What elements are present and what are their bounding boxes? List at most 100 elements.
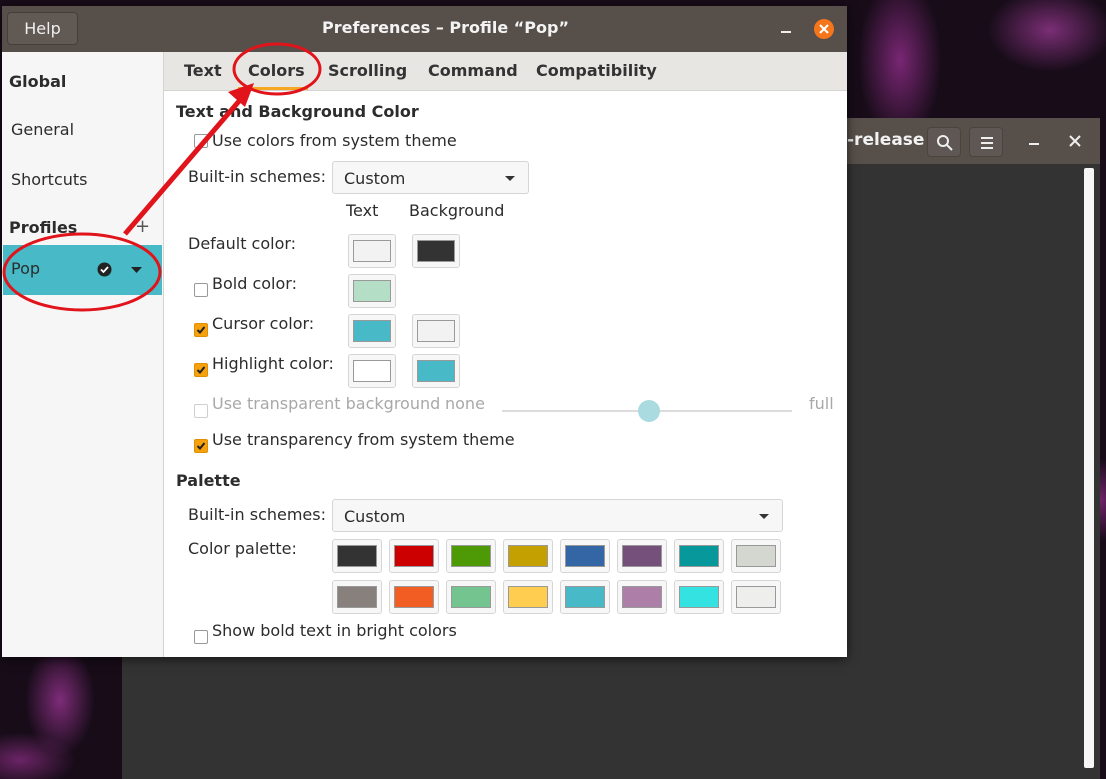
preferences-sidebar: Global General Shortcuts Profiles + Pop [2,52,164,657]
cursor-fg-color-button[interactable] [348,314,396,348]
bright-bold-checkbox[interactable] [194,630,208,644]
global-heading: Global [9,72,67,91]
use-system-colors-label: Use colors from system theme [212,131,457,150]
tab-compatibility[interactable]: Compatibility [536,61,657,80]
palette-color-button[interactable] [332,539,382,573]
palette-swatch [451,545,491,567]
text-bg-section-title: Text and Background Color [176,102,419,121]
palette-color-button[interactable] [503,580,553,614]
tab-text[interactable]: Text [184,61,222,80]
palette-color-button[interactable] [617,539,667,573]
palette-color-button[interactable] [389,580,439,614]
preferences-tabbar: Text Colors Scrolling Command Compatibil… [164,52,847,91]
highlight-color-checkbox[interactable] [194,363,208,377]
bright-bold-label: Show bold text in bright colors [212,621,457,640]
palette-color-button[interactable] [560,539,610,573]
palette-color-button[interactable] [674,580,724,614]
default-text-swatch [353,240,391,262]
use-system-colors-checkbox[interactable] [194,134,208,148]
palette-schemes-value: Custom [344,507,406,526]
highlight-fg-color-button[interactable] [348,354,396,388]
cursor-fg-swatch [353,320,391,342]
tab-scrolling[interactable]: Scrolling [328,61,407,80]
palette-color-button[interactable] [446,539,496,573]
palette-swatch [394,545,434,567]
transparent-bg-label: Use transparent background [212,394,441,413]
palette-swatch [337,586,377,608]
checkmark-icon [196,442,206,450]
palette-color-button[interactable] [503,539,553,573]
column-text-label: Text [346,201,379,220]
tab-colors[interactable]: Colors [248,61,305,80]
chevron-down-icon [505,176,515,181]
palette-swatch [565,586,605,608]
palette-swatch [337,545,377,567]
palette-swatch [394,586,434,608]
builtin-schemes-value: Custom [344,169,406,188]
transparency-slider-knob[interactable] [638,400,660,422]
profile-menu-chevron-down-icon[interactable] [131,267,142,273]
builtin-schemes-dropdown[interactable]: Custom [332,161,529,194]
palette-color-button[interactable] [332,580,382,614]
column-background-label: Background [409,201,505,220]
system-transparency-checkbox[interactable] [194,439,208,453]
active-tab-indicator [238,87,308,90]
color-palette-label: Color palette: [188,539,297,558]
highlight-bg-color-button[interactable] [412,354,460,388]
system-transparency-label: Use transparency from system theme [212,430,515,449]
palette-color-button[interactable] [389,539,439,573]
minimize-icon[interactable] [780,28,792,34]
palette-color-button[interactable] [731,539,781,573]
bold-color-checkbox[interactable] [194,283,208,297]
menu-button[interactable] [969,127,1003,157]
palette-swatch [565,545,605,567]
default-text-color-button[interactable] [348,234,396,268]
cursor-color-label: Cursor color: [212,314,315,333]
terminal-scrollbar[interactable] [1084,168,1094,768]
palette-swatch [451,586,491,608]
tab-command[interactable]: Command [428,61,518,80]
palette-color-button[interactable] [617,580,667,614]
sidebar-item-profile-pop[interactable]: Pop [3,245,162,295]
cursor-bg-color-button[interactable] [412,314,460,348]
transparency-min-label: none [445,394,485,413]
search-button[interactable] [927,127,961,157]
palette-swatch [508,586,548,608]
palette-swatch [736,586,776,608]
palette-color-button[interactable] [446,580,496,614]
builtin-schemes-label: Built-in schemes: [188,167,326,186]
default-bg-swatch [417,240,455,262]
chevron-down-icon [759,514,769,519]
transparency-max-label: full [809,394,834,413]
sidebar-item-general[interactable]: General [11,120,74,139]
highlight-fg-swatch [353,360,391,382]
transparent-bg-checkbox[interactable] [194,404,208,418]
palette-swatch [679,586,719,608]
add-profile-button[interactable]: + [135,216,150,237]
profiles-heading: Profiles [9,218,78,237]
palette-color-button[interactable] [731,580,781,614]
terminal-minimize-icon[interactable] [1028,140,1040,146]
preferences-headerbar: Help Preferences – Profile “Pop” [2,6,847,52]
terminal-close-icon[interactable] [1069,135,1081,147]
palette-swatch [508,545,548,567]
bold-color-button[interactable] [348,274,396,308]
palette-color-button[interactable] [674,539,724,573]
palette-schemes-dropdown[interactable]: Custom [332,499,783,532]
default-bg-color-button[interactable] [412,234,460,268]
checkmark-icon [196,326,206,334]
cursor-color-checkbox[interactable] [194,323,208,337]
bold-swatch [353,280,391,302]
palette-swatch [622,545,662,567]
colors-panel: Text and Background Color Use colors fro… [164,91,847,657]
cursor-bg-swatch [417,320,455,342]
profile-name: Pop [11,259,41,278]
sidebar-item-shortcuts[interactable]: Shortcuts [11,170,87,189]
help-button[interactable]: Help [7,12,78,45]
palette-color-button[interactable] [560,580,610,614]
search-icon [937,135,953,151]
close-button[interactable] [814,19,834,39]
highlight-bg-swatch [417,360,455,382]
default-profile-check-icon [97,262,112,277]
palette-swatch [679,545,719,567]
